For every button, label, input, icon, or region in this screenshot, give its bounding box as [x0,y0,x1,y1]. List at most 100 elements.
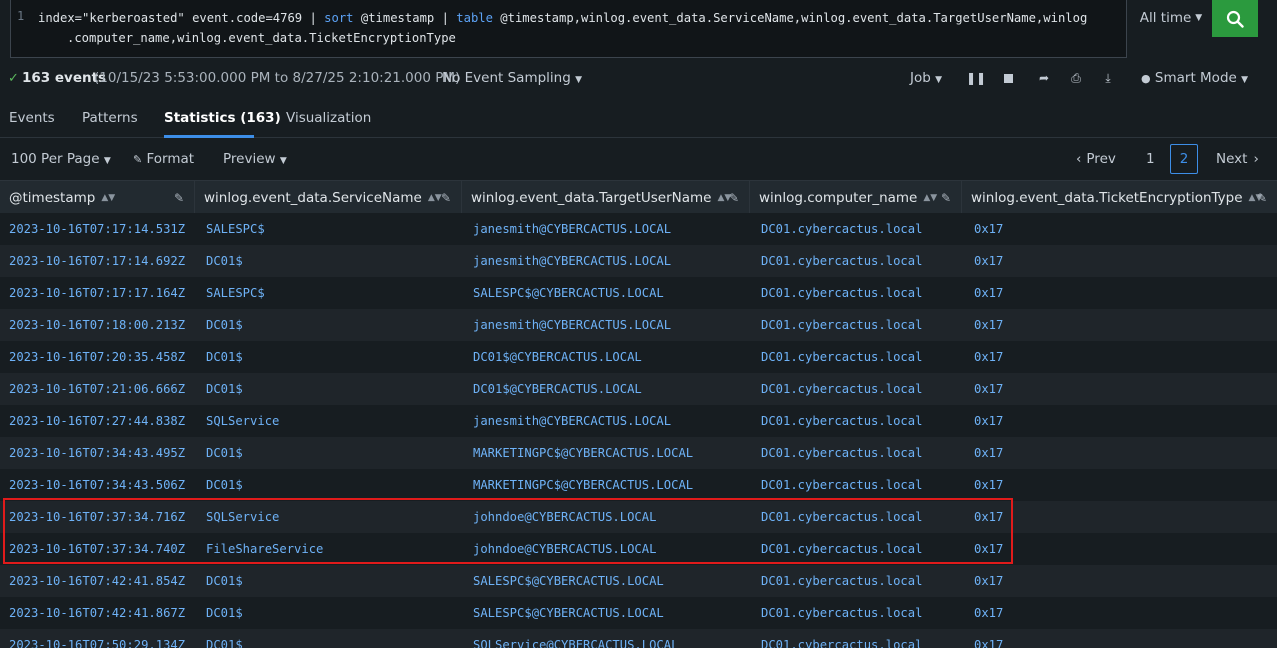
table-cell[interactable]: DC01$ [206,341,461,373]
edit-column-icon[interactable]: ✎ [441,191,451,205]
search-mode-dropdown[interactable]: ● Smart Mode ▼ [1141,70,1248,86]
table-cell[interactable]: DC01.cybercactus.local [761,277,961,309]
tab-events[interactable]: Events [9,110,55,126]
table-cell[interactable]: DC01$@CYBERCACTUS.LOCAL [473,373,748,405]
table-cell[interactable]: 0x17 [974,213,1174,245]
table-row[interactable]: 2023-10-16T07:20:35.458Z DC01$ DC01$@CYBER… [0,341,1277,373]
table-cell[interactable]: janesmith@CYBERCACTUS.LOCAL [473,309,748,341]
table-cell[interactable]: 2023-10-16T07:18:00.213Z [9,309,194,341]
table-cell[interactable]: DC01.cybercactus.local [761,437,961,469]
table-cell[interactable]: DC01$ [206,565,461,597]
table-cell[interactable]: FileShareService [206,533,461,565]
page-1-button[interactable]: 1 [1146,144,1155,174]
table-cell[interactable]: DC01.cybercactus.local [761,597,961,629]
table-row[interactable]: 2023-10-16T07:27:44.838Z SQLService janesm… [0,405,1277,437]
table-row[interactable]: 2023-10-16T07:17:14.692Z DC01$ janesmith@C… [0,245,1277,277]
table-cell[interactable]: DC01$ [206,309,461,341]
table-cell[interactable]: MARKETINGPC$@CYBERCACTUS.LOCAL [473,437,748,469]
page-2-button[interactable]: 2 [1170,144,1198,174]
table-cell[interactable]: 0x17 [974,437,1174,469]
table-cell[interactable]: 2023-10-16T07:37:34.716Z [9,501,194,533]
table-cell[interactable]: DC01$ [206,373,461,405]
table-cell[interactable]: 0x17 [974,341,1174,373]
table-cell[interactable]: 2023-10-16T07:17:14.692Z [9,245,194,277]
table-row[interactable]: 2023-10-16T07:21:06.666Z DC01$ DC01$@CYBER… [0,373,1277,405]
table-cell[interactable]: SQLService [206,405,461,437]
table-cell[interactable]: DC01.cybercactus.local [761,565,961,597]
table-cell[interactable]: DC01$ [206,597,461,629]
table-cell[interactable]: 2023-10-16T07:42:41.854Z [9,565,194,597]
time-range-picker[interactable]: All time ▼ [1131,0,1211,36]
table-cell[interactable]: janesmith@CYBERCACTUS.LOCAL [473,213,748,245]
table-cell[interactable]: DC01$ [206,437,461,469]
table-cell[interactable]: 0x17 [974,501,1174,533]
table-cell[interactable]: janesmith@CYBERCACTUS.LOCAL [473,245,748,277]
tab-visualization[interactable]: Visualization [286,110,371,126]
table-cell[interactable]: 2023-10-16T07:21:06.666Z [9,373,194,405]
search-query-editor[interactable]: 1 index="kerberoasted" event.code=4769 |… [10,0,1127,58]
table-cell[interactable]: DC01.cybercactus.local [761,213,961,245]
table-cell[interactable]: SALESPC$@CYBERCACTUS.LOCAL [473,277,748,309]
table-cell[interactable]: johndoe@CYBERCACTUS.LOCAL [473,533,748,565]
table-cell[interactable]: SALESPC$@CYBERCACTUS.LOCAL [473,597,748,629]
table-cell[interactable]: SQLService@CYBERCACTUS.LOCAL [473,629,748,648]
table-cell[interactable]: 0x17 [974,277,1174,309]
table-cell[interactable]: DC01.cybercactus.local [761,341,961,373]
table-cell[interactable]: DC01.cybercactus.local [761,501,961,533]
table-cell[interactable]: DC01.cybercactus.local [761,469,961,501]
edit-column-icon[interactable]: ✎ [941,191,951,205]
search-query-text[interactable]: index="kerberoasted" event.code=4769 | s… [38,8,1118,48]
table-cell[interactable]: 2023-10-16T07:17:17.164Z [9,277,194,309]
job-menu[interactable]: Job ▼ [910,70,942,86]
table-cell[interactable]: 0x17 [974,405,1174,437]
table-cell[interactable]: 2023-10-16T07:17:14.531Z [9,213,194,245]
table-row[interactable]: 2023-10-16T07:50:29.134Z DC01$ SQLService@… [0,629,1277,648]
table-cell[interactable]: DC01.cybercactus.local [761,373,961,405]
table-row[interactable]: 2023-10-16T07:17:14.531Z SALESPC$ janesmit… [0,213,1277,245]
pause-icon[interactable]: ❚❚ [966,71,986,85]
table-cell[interactable]: MARKETINGPC$@CYBERCACTUS.LOCAL [473,469,748,501]
table-cell[interactable]: DC01$ [206,245,461,277]
table-cell[interactable]: 2023-10-16T07:50:29.134Z [9,629,194,648]
table-cell[interactable]: 0x17 [974,469,1174,501]
sort-icon[interactable]: ▲▼ [101,193,115,203]
sort-icon[interactable]: ▲▼ [923,193,937,203]
table-cell[interactable]: SALESPC$ [206,277,461,309]
table-cell[interactable]: 2023-10-16T07:37:34.740Z [9,533,194,565]
table-cell[interactable]: 0x17 [974,629,1174,648]
edit-column-icon[interactable]: ✎ [1257,191,1267,205]
table-cell[interactable]: DC01.cybercactus.local [761,309,961,341]
table-cell[interactable]: 0x17 [974,597,1174,629]
column-header-service-name[interactable]: winlog.event_data.ServiceName ▲▼ ✎ [195,181,462,214]
column-header-computer-name[interactable]: winlog.computer_name ▲▼ ✎ [750,181,962,214]
next-page-button[interactable]: Next › [1216,144,1259,174]
table-cell[interactable]: 0x17 [974,565,1174,597]
table-cell[interactable]: DC01.cybercactus.local [761,405,961,437]
column-header-ticket-encryption-type[interactable]: winlog.event_data.TicketEncryptionType ▲▼… [962,181,1277,214]
export-icon[interactable]: ⤓ [1101,71,1115,85]
table-cell[interactable]: 0x17 [974,309,1174,341]
format-button[interactable]: ✎ Format [133,151,194,167]
share-icon[interactable]: ➦ [1037,71,1051,85]
prev-page-button[interactable]: ‹ Prev [1076,144,1116,174]
table-cell[interactable]: DC01$ [206,629,461,648]
event-sampling-dropdown[interactable]: No Event Sampling ▼ [442,70,582,86]
tab-statistics[interactable]: Statistics (163) [164,110,281,126]
table-cell[interactable]: 2023-10-16T07:42:41.867Z [9,597,194,629]
table-row[interactable]: 2023-10-16T07:18:00.213Z DC01$ janesmith@C… [0,309,1277,341]
table-cell[interactable]: DC01.cybercactus.local [761,245,961,277]
stop-icon[interactable] [1001,71,1015,85]
table-cell[interactable]: 0x17 [974,245,1174,277]
table-cell[interactable]: DC01$ [206,469,461,501]
table-cell[interactable]: 0x17 [974,533,1174,565]
print-icon[interactable]: ⎙ [1069,71,1083,85]
table-cell[interactable]: 2023-10-16T07:34:43.495Z [9,437,194,469]
table-row[interactable]: 2023-10-16T07:42:41.854Z DC01$ SALESPC$@CY… [0,565,1277,597]
sort-icon[interactable]: ▲▼ [428,193,442,203]
edit-column-icon[interactable]: ✎ [729,191,739,205]
table-row[interactable]: 2023-10-16T07:17:17.164Z SALESPC$ SALESPC$… [0,277,1277,309]
table-cell[interactable]: johndoe@CYBERCACTUS.LOCAL [473,501,748,533]
column-header-target-user-name[interactable]: winlog.event_data.TargetUserName ▲▼ ✎ [462,181,750,214]
preview-dropdown[interactable]: Preview ▼ [223,151,287,167]
table-row[interactable]: 2023-10-16T07:34:43.495Z DC01$ MARKETINGPC… [0,437,1277,469]
